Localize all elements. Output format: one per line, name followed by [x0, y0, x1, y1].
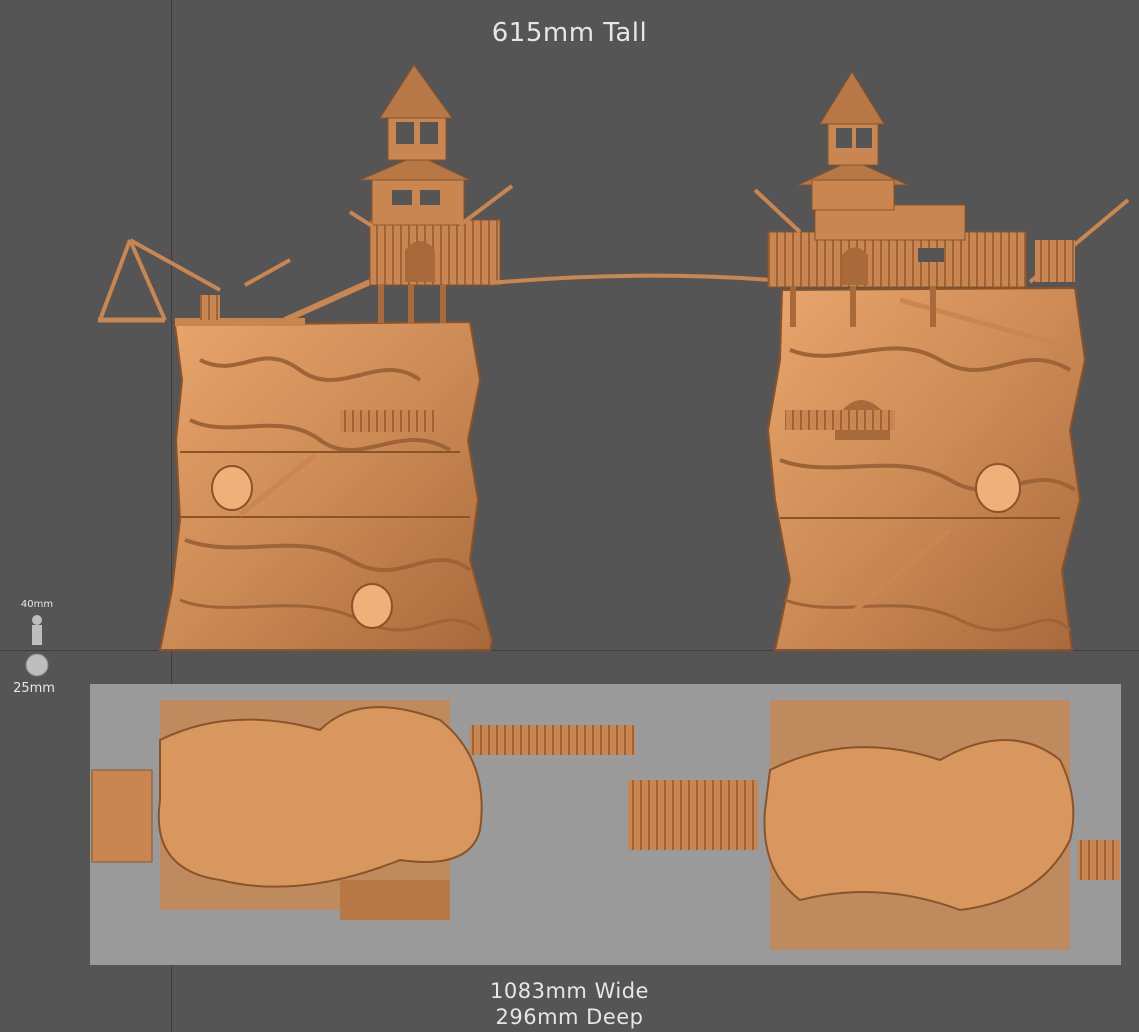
dimensions-label: 1083mm Wide 296mm Deep: [0, 978, 1139, 1030]
right-footprint: [628, 700, 1120, 950]
left-footprint: [91, 700, 635, 920]
depth-label: 296mm Deep: [495, 1005, 644, 1029]
width-label: 1083mm Wide: [490, 979, 649, 1003]
top-down-view: [91, 700, 1120, 950]
